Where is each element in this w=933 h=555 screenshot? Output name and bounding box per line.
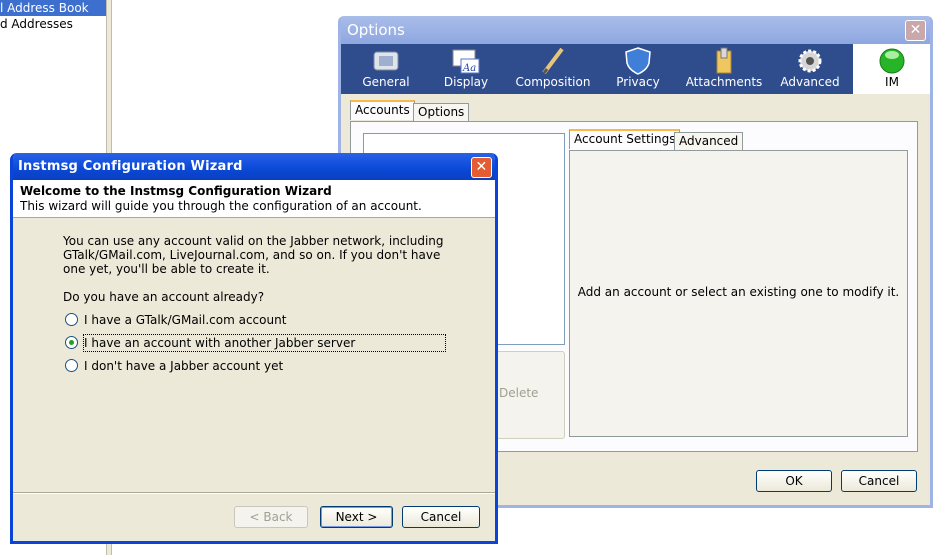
tab-options[interactable]: Options	[413, 103, 470, 121]
wizard-heading: Welcome to the Instmsg Configuration Wiz…	[20, 184, 332, 198]
cancel-button[interactable]: Cancel	[402, 506, 480, 528]
wizard-intro: You can use any account valid on the Jab…	[63, 234, 444, 276]
account-settings-panel: Add an account or select an existing one…	[569, 150, 908, 437]
back-button[interactable]: < Back	[234, 506, 308, 528]
toolbar-composition[interactable]: Composition	[511, 44, 595, 94]
tab-account-settings[interactable]: Account Settings	[569, 129, 681, 149]
wizard-subheading: This wizard will guide you through the c…	[20, 199, 422, 213]
tab-advanced[interactable]: Advanced	[674, 132, 744, 150]
list-item[interactable]: d Addresses	[0, 16, 110, 32]
radio-other-jabber[interactable]: I have an account with another Jabber se…	[65, 334, 355, 352]
toolbar-attachments[interactable]: Attachments	[683, 44, 765, 94]
wizard-header: Welcome to the Instmsg Configuration Wiz…	[13, 180, 495, 218]
shield-icon	[623, 47, 653, 75]
delete-button[interactable]: Delete	[499, 386, 538, 400]
toolbar-im[interactable]: IM	[853, 44, 930, 94]
wizard-question: Do you have an account already?	[63, 290, 265, 304]
options-toolbar: General Aa Display Composition Privacy A…	[341, 44, 930, 94]
wizard-title: Instmsg Configuration Wizard	[18, 159, 243, 174]
wizard-window: Instmsg Configuration Wizard ✕ Welcome t…	[10, 153, 498, 544]
toolbar-display[interactable]: Aa Display	[427, 44, 505, 94]
radio-gtalk[interactable]: I have a GTalk/GMail.com account	[65, 311, 286, 329]
radio-button[interactable]	[65, 336, 78, 349]
cancel-button[interactable]: Cancel	[841, 470, 917, 492]
options-titlebar: Options ✕	[341, 16, 930, 44]
toolbar-general[interactable]: General	[347, 44, 425, 94]
ok-button[interactable]: OK	[756, 470, 832, 492]
tab-accounts[interactable]: Accounts	[350, 100, 415, 120]
radio-no-account[interactable]: I don't have a Jabber account yet	[65, 357, 283, 375]
close-icon[interactable]: ✕	[471, 157, 492, 178]
pen-icon	[538, 47, 568, 75]
list-item[interactable]: l Address Book	[0, 0, 110, 16]
close-icon[interactable]: ✕	[905, 20, 926, 41]
green-orb-icon	[877, 47, 907, 75]
settings-hint: Add an account or select an existing one…	[577, 285, 900, 299]
svg-text:Aa: Aa	[462, 63, 476, 74]
divider	[13, 492, 495, 494]
window-title: Options	[347, 21, 405, 39]
toolbar-advanced[interactable]: Advanced	[773, 44, 847, 94]
next-button[interactable]: Next >	[320, 506, 393, 528]
wizard-titlebar: Instmsg Configuration Wizard ✕	[13, 153, 495, 180]
radio-button[interactable]	[65, 359, 78, 372]
radio-button[interactable]	[65, 313, 78, 326]
general-icon	[371, 47, 401, 75]
gear-icon	[795, 47, 825, 75]
display-icon: Aa	[451, 47, 481, 75]
toolbar-privacy[interactable]: Privacy	[603, 44, 673, 94]
paperclip-icon	[709, 47, 739, 75]
